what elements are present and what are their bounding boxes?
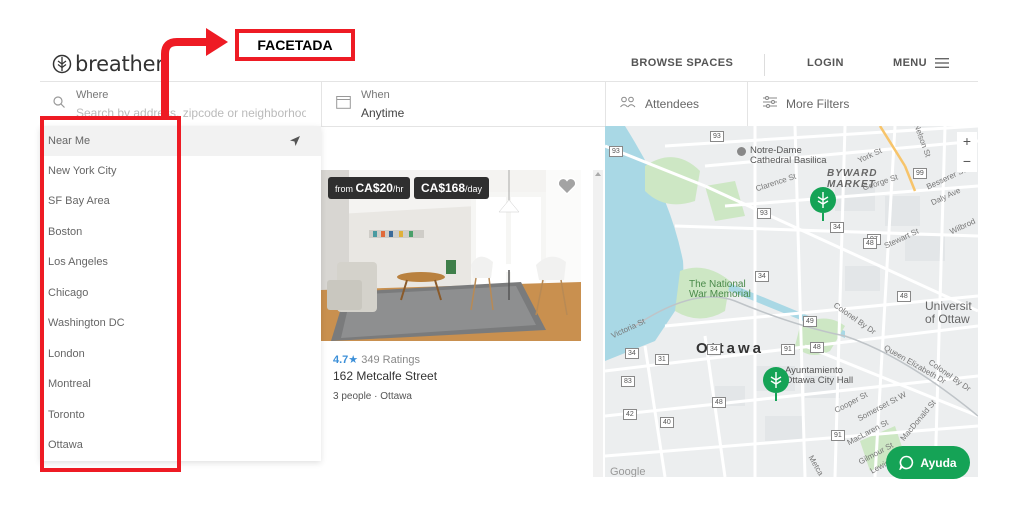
ratings-count: 349 Ratings [361,354,420,366]
breather-logo[interactable]: breather [52,52,164,76]
help-chat-button[interactable]: Ayuda [886,446,970,479]
route-shield: 48 [810,342,824,353]
route-shield: 42 [623,409,637,420]
map-label-city-hall: Ayuntamiento Ottawa City Hall [785,365,854,386]
route-shield: 93 [757,208,771,219]
heart-favorite-icon[interactable] [557,177,577,195]
calendar-icon [336,96,351,109]
attendees-label: Attendees [645,97,700,111]
annotation-highlight-box [40,116,181,472]
route-shield: 31 [655,354,669,365]
tree-logo-icon [52,54,72,74]
map[interactable]: Notre-Dame Cathedral Basilica BYWARD MAR… [605,126,978,477]
more-filters-button[interactable]: More Filters [748,82,978,126]
map-label-war-memorial: The National War Memorial [689,279,751,300]
nav-browse-spaces[interactable]: BROWSE SPACES [631,57,733,69]
listing-title[interactable]: 162 Metcalfe Street [333,369,437,383]
route-shield: 40 [660,417,674,428]
zoom-in-button[interactable]: + [957,132,977,152]
route-shield: 48 [897,291,911,302]
map-label-notre-dame: Notre-Dame Cathedral Basilica [750,145,827,166]
price-hour-value: CA$20 [355,181,393,195]
zoom-out-button[interactable]: − [957,152,977,172]
route-shield: 34 [625,348,639,359]
sliders-icon [763,96,777,108]
route-shield: 99 [913,168,927,179]
chat-bubble-icon [899,455,914,470]
price-prefix: from [335,184,353,194]
listing-city: Ottawa [380,391,412,402]
route-shield: 34 [755,271,769,282]
attendees-filter[interactable]: Attendees [606,82,747,126]
route-shield: 93 [710,131,724,142]
annotation-label: FACETADA [235,29,355,61]
scroll-up-arrow-icon[interactable] [595,172,601,176]
route-shield: 48 [712,397,726,408]
hamburger-icon [935,58,949,68]
price-hour-unit: /hr [392,184,404,194]
nav-divider [764,54,765,76]
listing-capacity: 3 people [333,391,372,402]
price-day-value: CA$168 [421,181,466,195]
map-pin-icon[interactable] [761,366,791,402]
route-shield: 49 [803,316,817,327]
nav-login[interactable]: LOGIN [807,57,844,69]
listing-rating: 4.7★ 349 Ratings [333,353,420,366]
people-icon [620,96,636,108]
rating-value: 4.7 [333,354,349,366]
price-day-unit: /day [465,184,483,194]
results-scrollbar[interactable] [593,170,603,477]
landmark-icon [737,147,746,156]
listing-photo[interactable]: from CA$20/hr CA$168/day [321,170,581,341]
menu-label: MENU [893,57,927,69]
star-icon: ★ [348,354,359,366]
when-value: Anytime [361,106,405,120]
map-label-university: Universit of Ottaw [925,299,972,326]
route-shield: 83 [621,376,635,387]
when-label: When [361,89,390,101]
help-label: Ayuda [920,455,957,470]
when-date-picker[interactable]: When Anytime [322,82,605,126]
route-shield: 93 [609,146,623,157]
route-shield: 34 [707,344,721,355]
route-shield: 91 [831,430,845,441]
location-arrow-icon [290,136,300,146]
price-per-day-tag: CA$168/day [414,177,490,199]
nav-menu-button[interactable]: MENU [893,57,949,69]
more-filters-label: More Filters [786,97,850,111]
google-logo: Google [610,466,646,477]
where-label: Where [76,89,109,101]
listing-meta: 3 people · Ottawa [333,391,412,402]
search-icon [53,96,65,108]
listing-card[interactable]: from CA$20/hr CA$168/day 4.7★ 349 Rating… [321,170,581,410]
route-shield: 91 [781,344,795,355]
annotation-arrow-icon [161,28,228,120]
price-per-hour-tag: from CA$20/hr [328,177,411,199]
map-pin-icon[interactable] [808,186,838,222]
route-shield: 34 [830,222,844,233]
route-shield: 48 [863,238,877,249]
